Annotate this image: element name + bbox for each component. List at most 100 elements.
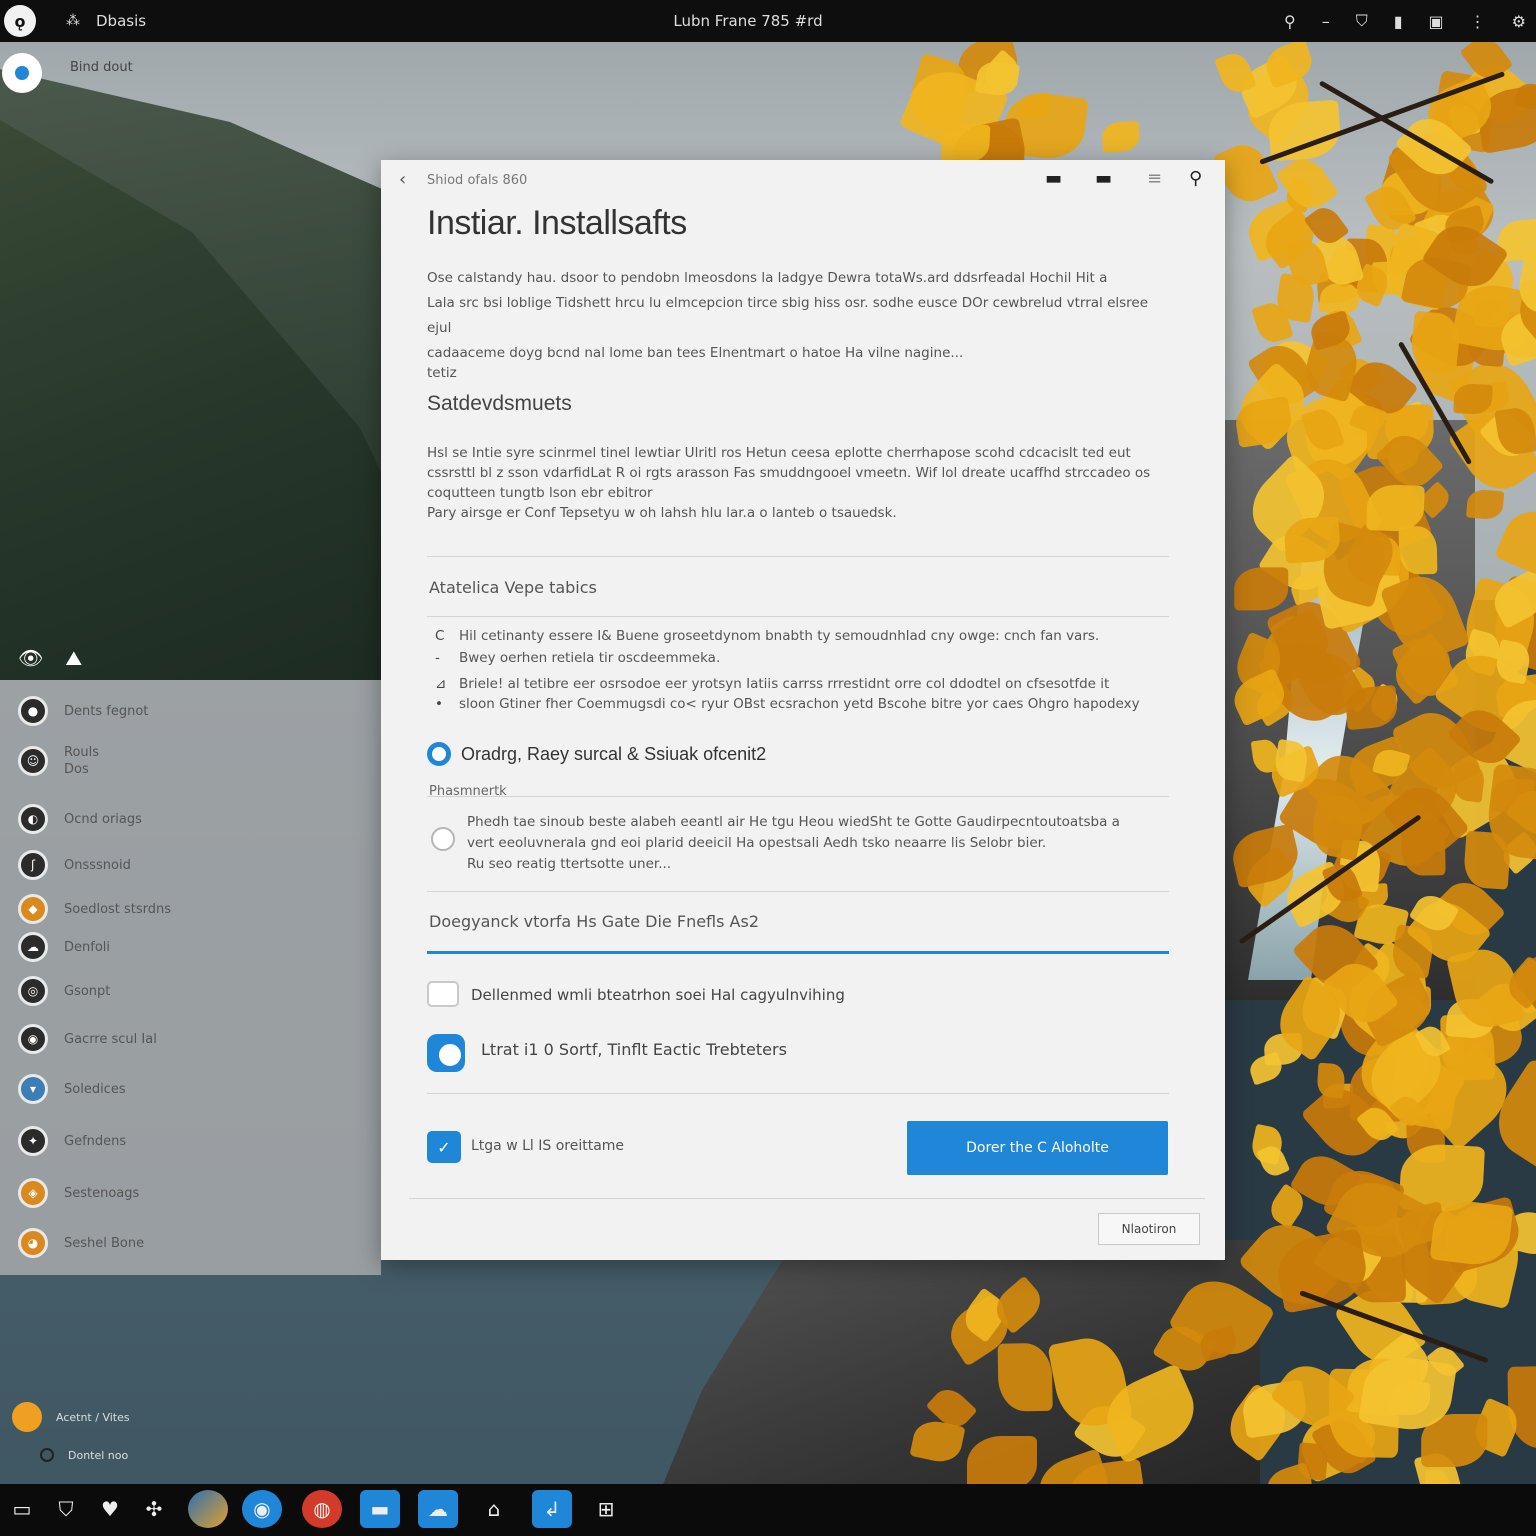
menu-icon[interactable]: ≡ bbox=[1147, 168, 1162, 189]
settings-icon[interactable]: ✣ bbox=[134, 1490, 174, 1528]
search-icon[interactable]: ⚲ bbox=[1284, 12, 1296, 31]
page-title: Instiar. Installsafts bbox=[427, 204, 687, 242]
left-sidebar: ● Dents fegnot ☺ Rouls Dos ◐ Ocnd oriags ʃO… bbox=[0, 680, 381, 1275]
option-toggle-label[interactable]: Ltrat i1 0 Sortf, Tinflt Eactic Trebtete… bbox=[481, 1040, 787, 1059]
shield-icon[interactable]: ⛉ bbox=[46, 1490, 86, 1528]
app-icon: ◈ bbox=[18, 1178, 48, 1208]
restore-icon[interactable]: ▬ bbox=[1095, 168, 1112, 189]
menu-icon[interactable]: ⋮ bbox=[1470, 12, 1486, 31]
bullet-text: Briele! al tetibre eer osrsodoe eer yrot… bbox=[459, 676, 1110, 692]
sidebar-item[interactable]: ◐ Ocnd oriags bbox=[18, 804, 142, 834]
status-icon bbox=[40, 1448, 54, 1462]
app-icon: ◐ bbox=[18, 804, 48, 834]
cloud-icon: ☁ bbox=[18, 932, 48, 962]
sidebar-item[interactable]: ✦ Gefndens bbox=[18, 1126, 126, 1156]
screenshot-icon[interactable]: ▣ bbox=[1429, 12, 1444, 31]
dialog-header: ‹ Shiod ofals 860 ▬ ▬ ≡ ⚲ bbox=[381, 160, 1225, 200]
left-header-title: Bind dout bbox=[70, 60, 133, 75]
media-icon[interactable]: ◍ bbox=[302, 1490, 342, 1528]
battery-icon[interactable]: ▮ bbox=[1394, 12, 1403, 31]
bullet-mark: - bbox=[435, 650, 440, 666]
option-radio-label[interactable]: Oradrg, Raey surcal & Ssiuak ofcenit2 bbox=[461, 744, 766, 765]
app-icon: ◕ bbox=[18, 1228, 48, 1258]
browser-icon[interactable] bbox=[188, 1490, 228, 1528]
option-line: Ru seo reatig ttertsotte uner... bbox=[467, 856, 672, 872]
back-arrow-icon[interactable]: ‹ bbox=[399, 169, 406, 190]
sidebar-item-label: Onsssnoid bbox=[64, 857, 131, 873]
sidebar-item[interactable]: ◉ Gacrre scul Ial bbox=[18, 1024, 157, 1054]
intro-line: Lala src bsi loblige Tidshett hrcu lu el… bbox=[427, 295, 1149, 336]
sidebar-item-label: Soledices bbox=[64, 1081, 126, 1097]
checked-checkbox-label[interactable]: Ltga w Ll IS oreittame bbox=[471, 1138, 624, 1154]
top-bar: ǫ ⁂ Dbasis Lubn Frane 785 #rd ⚲ – ⛉ ▮ ▣ … bbox=[0, 0, 1536, 42]
files-icon[interactable]: ▭ bbox=[2, 1490, 42, 1528]
sidebar-item-label: Gsonpt bbox=[64, 983, 111, 999]
shield-icon[interactable]: ⛉ bbox=[1356, 11, 1368, 31]
left-header: Bind dout bbox=[0, 50, 380, 93]
minimize-icon[interactable]: ▬ bbox=[1045, 168, 1062, 189]
divider bbox=[427, 1093, 1169, 1094]
app-menu-label[interactable]: Dbasis bbox=[96, 12, 146, 30]
eye-icon[interactable]: 👁 bbox=[18, 646, 43, 670]
sidebar-item-label: Sestenoags bbox=[64, 1185, 140, 1201]
account-link[interactable]: Acetnt / Vites bbox=[12, 1402, 130, 1432]
bullet-mark: C bbox=[435, 628, 445, 644]
list-item: ⊿ Briele! al tetibre eer osrsodoe eer yro… bbox=[435, 676, 1109, 692]
search-icon[interactable]: ⚲ bbox=[1189, 168, 1202, 189]
leaf bbox=[1101, 121, 1140, 153]
user-icon: ☺ bbox=[18, 746, 48, 776]
notification-icon[interactable]: ⌂ bbox=[474, 1490, 514, 1528]
leaf bbox=[1398, 526, 1438, 575]
cloud-icon[interactable]: ☁ bbox=[418, 1490, 458, 1528]
status-label: Dontel noo bbox=[68, 1448, 129, 1462]
people-icon[interactable]: ⛰ bbox=[65, 646, 82, 670]
sidebar-item[interactable]: ◕ Seshel Bone bbox=[18, 1228, 144, 1258]
sidebar-item[interactable]: ● Dents fegnot bbox=[18, 696, 148, 726]
notification-bubble-icon[interactable] bbox=[2, 53, 42, 93]
terminal-icon[interactable]: ▬ bbox=[360, 1490, 400, 1528]
sidebar-item[interactable]: ▾ Soledices bbox=[18, 1074, 126, 1104]
sidebar-item-label: Dents fegnot bbox=[64, 703, 149, 719]
sidebar-item-label: Gefndens bbox=[64, 1133, 127, 1149]
divider bbox=[427, 616, 1169, 617]
gamepad-icon: ✦ bbox=[18, 1126, 48, 1156]
sidebar-item[interactable]: ◈ Sestenoags bbox=[18, 1178, 139, 1208]
checked-checkbox[interactable]: ✓ bbox=[427, 1131, 461, 1163]
left-quick-icons: 👁 ⛰ bbox=[18, 646, 82, 670]
app-icon: ʃ bbox=[18, 850, 48, 880]
vpn-icon[interactable]: ♥ bbox=[90, 1490, 130, 1528]
sidebar-item[interactable]: ʃ Onsssnoid bbox=[18, 850, 131, 880]
app-icon: ● bbox=[18, 696, 48, 726]
option-toggle[interactable] bbox=[427, 1034, 465, 1072]
section-line: cssrsttl bl z sson vdarfidLat R oi rgts … bbox=[427, 465, 1151, 481]
sidebar-item-label: Denfoli bbox=[64, 939, 111, 955]
text-field[interactable]: Doegyanck vtorfa Hs Gate Die Fnefls As2 bbox=[427, 906, 1169, 954]
option-line: Phedh tae sinoub beste alabeh eeantl air… bbox=[467, 814, 1120, 830]
sidebar-item[interactable]: ◆ Soedlost stsrdns bbox=[18, 894, 171, 924]
bullet-text: Hil cetinanty essere I& Buene groseetdyn… bbox=[459, 628, 1100, 644]
sidebar-item-label: Soedlost stsrdns bbox=[64, 901, 172, 917]
taskbar bbox=[0, 1484, 1536, 1536]
leaf bbox=[996, 1343, 1053, 1412]
status-link[interactable]: Dontel noo bbox=[12, 1448, 130, 1462]
list-item: C Hil cetinanty essere I& Buene groseetdy… bbox=[435, 628, 1099, 644]
calculator-icon[interactable]: ⊞ bbox=[586, 1490, 626, 1528]
bullet-mark: ⊿ bbox=[435, 676, 447, 692]
store-icon[interactable]: ◉ bbox=[242, 1490, 282, 1528]
option-radio-selected[interactable] bbox=[427, 742, 451, 766]
primary-button[interactable]: Dorer the C Aloholte bbox=[907, 1121, 1168, 1175]
account-icon bbox=[12, 1402, 42, 1432]
sidebar-item[interactable]: ☺ Rouls Dos bbox=[18, 744, 99, 778]
secondary-button[interactable]: Nlaotiron bbox=[1098, 1213, 1200, 1245]
leaf bbox=[1316, 1062, 1346, 1099]
sidebar-item[interactable]: ◎ Gsonpt bbox=[18, 976, 110, 1006]
minus-icon[interactable]: – bbox=[1322, 12, 1330, 31]
option-checkbox[interactable] bbox=[427, 981, 459, 1007]
apps-icon[interactable]: ⁂ bbox=[66, 13, 80, 29]
edit-icon[interactable]: ↲ bbox=[532, 1490, 572, 1528]
option-checkbox-label[interactable]: Dellenmed wmli bteatrhon soei Hal cagyul… bbox=[471, 986, 845, 1004]
settings-icon[interactable]: ⚙ bbox=[1512, 12, 1526, 31]
option-radio[interactable] bbox=[431, 827, 455, 851]
system-logo-icon[interactable]: ǫ bbox=[4, 5, 36, 37]
sidebar-item[interactable]: ☁ Denfoli bbox=[18, 932, 110, 962]
